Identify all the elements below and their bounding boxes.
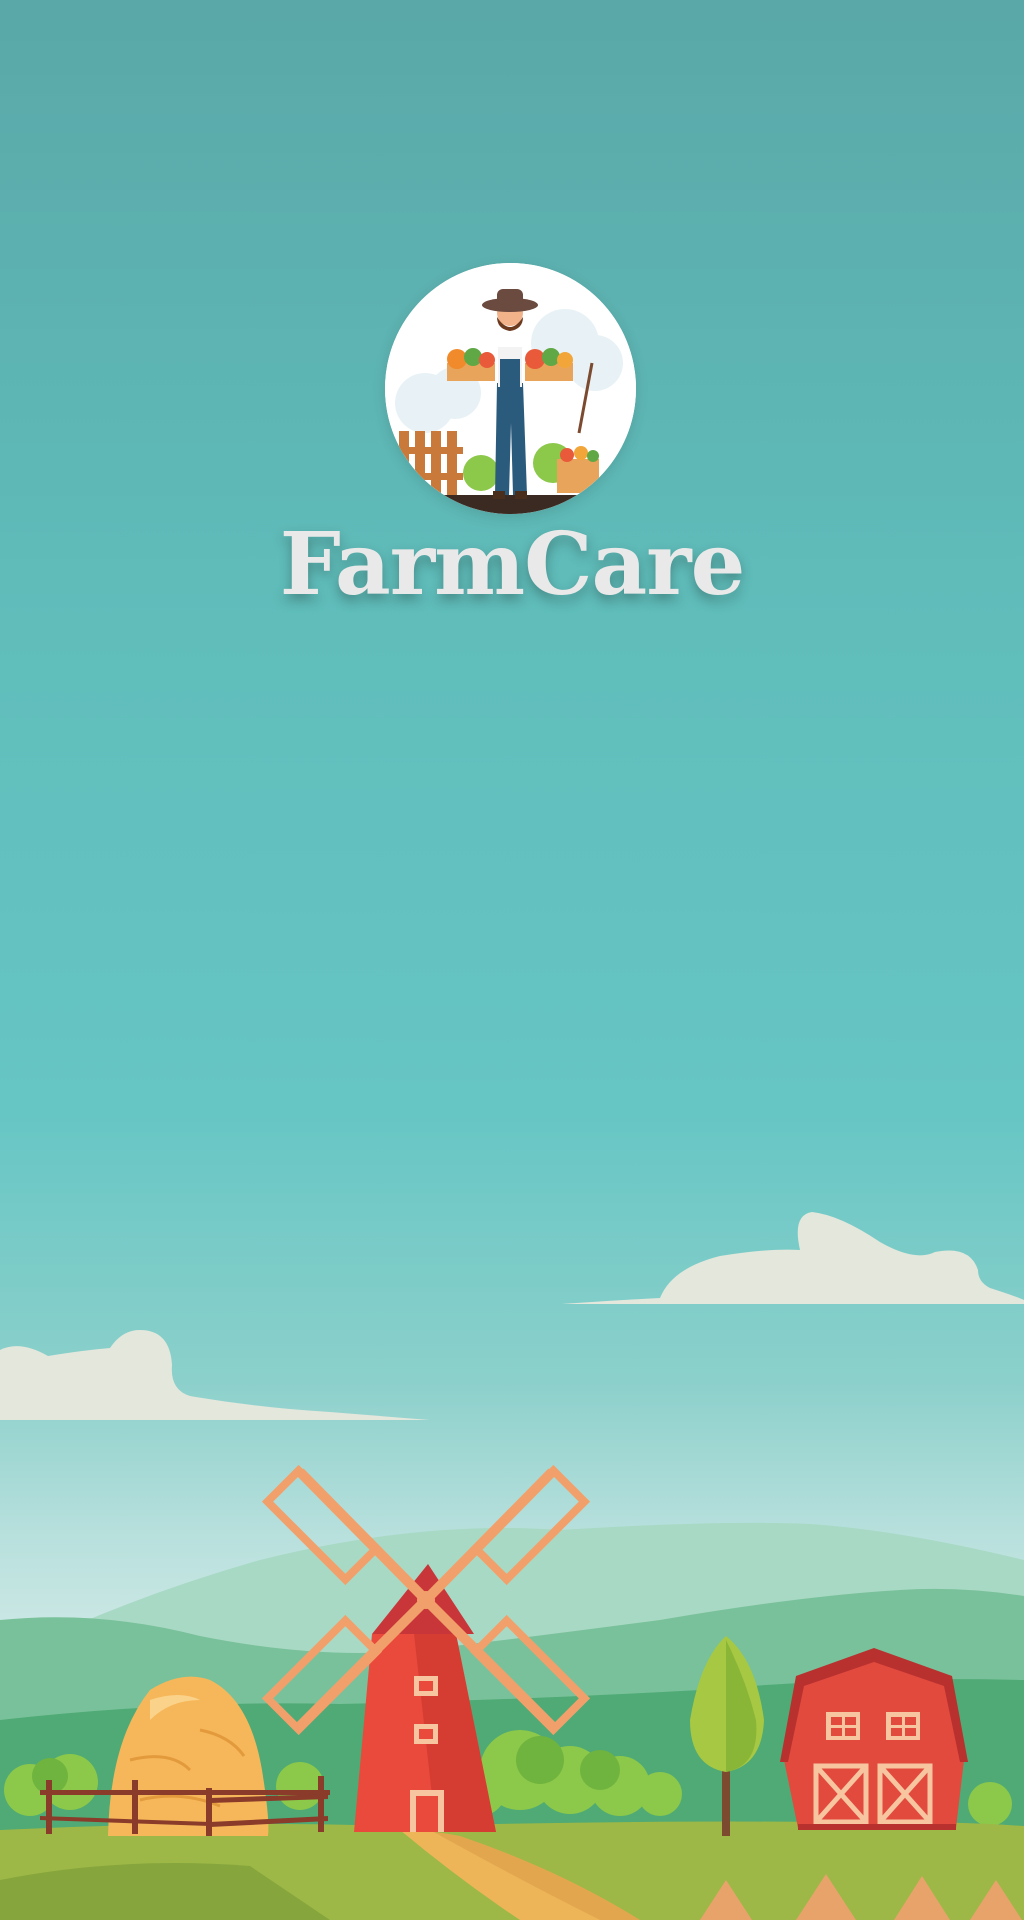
cloud-icon <box>0 1330 430 1420</box>
cloud-icon <box>562 1212 1024 1304</box>
ground-icon <box>0 1821 1024 1920</box>
app-logo <box>385 263 636 514</box>
farmer-with-vegetables-icon <box>385 263 636 514</box>
splash-screen: FarmCare <box>0 0 1024 1920</box>
barn-icon <box>780 1648 968 1830</box>
app-title: FarmCare <box>279 514 746 615</box>
